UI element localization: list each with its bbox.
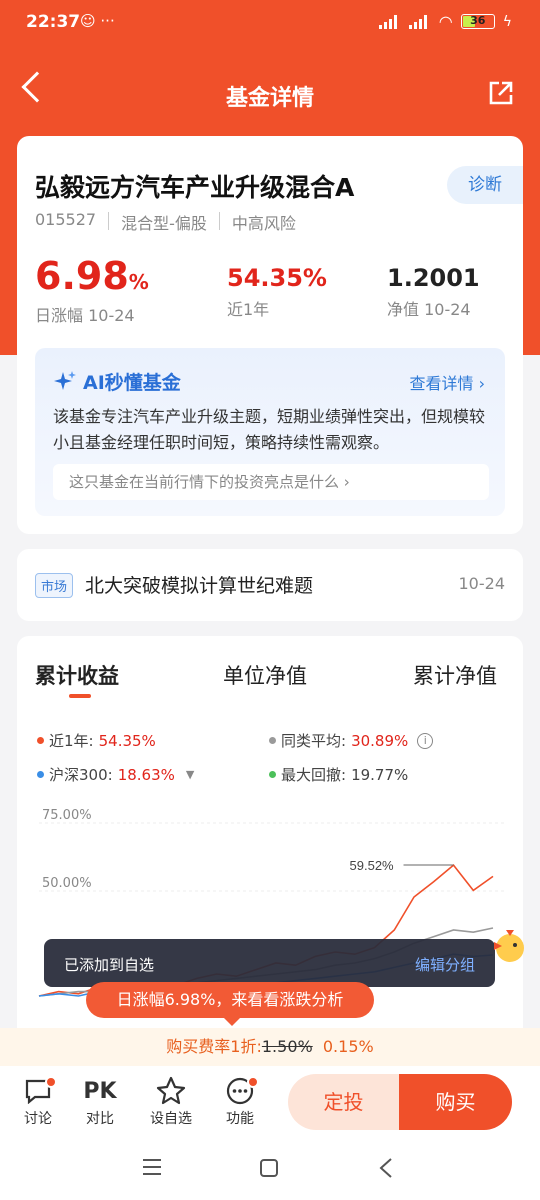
- wifi-icon: ◠: [438, 12, 453, 31]
- chevron-down-icon: ▼: [185, 768, 195, 781]
- news-card[interactable]: 市场 北大突破模拟计算世纪难题 10-24: [17, 549, 523, 621]
- toast-added-watchlist: 已添加到自选 编辑分组: [44, 939, 495, 987]
- tab-indicator: [69, 694, 91, 698]
- tab-unit-nav[interactable]: 单位净值: [223, 660, 307, 690]
- fund-type: 混合型-偏股: [121, 214, 207, 233]
- bottom-bar: 讨论 PK 对比 设自选 功能 定投 购买: [0, 1066, 540, 1138]
- legend-hs300[interactable]: 沪深300: 18.63% ▼: [37, 764, 194, 785]
- fund-name: 弘毅远方汽车产业升级混合A: [35, 173, 355, 202]
- system-nav-bar: [0, 1138, 540, 1200]
- legend-max-drawdown: 最大回撤: 19.77%: [269, 764, 408, 785]
- fund-meta: 015527 混合型-偏股 中高风险: [35, 210, 296, 234]
- action-buttons: 定投 购买: [288, 1074, 512, 1130]
- ai-summary-card: AI秒懂基金 查看详情 › 该基金专注汽车产业升级主题，短期业绩弹性突出，但规模…: [35, 348, 505, 516]
- function-button[interactable]: 功能: [215, 1074, 265, 1128]
- tab-cumulative-nav[interactable]: 累计净值: [413, 660, 497, 690]
- news-date: 10-24: [458, 574, 506, 593]
- ai-more-link[interactable]: 查看详情 ›: [410, 370, 486, 394]
- stat-one-year: 54.35% 近1年: [227, 264, 327, 319]
- pk-icon: PK: [83, 1078, 117, 1104]
- diagnose-button[interactable]: 诊断: [447, 166, 523, 204]
- legend-peer-average: 同类平均: 30.89% i: [269, 730, 434, 751]
- compare-button[interactable]: PK 对比: [75, 1074, 125, 1128]
- peak-annotation: 59.52%: [350, 858, 395, 873]
- star-icon: [156, 1076, 186, 1105]
- legend-one-year: 近1年: 54.35%: [37, 730, 156, 751]
- info-icon[interactable]: i: [417, 732, 434, 749]
- notification-icons: ☺ ···: [80, 12, 115, 30]
- news-tag: 市场: [35, 573, 74, 598]
- signal-icon: [378, 14, 401, 29]
- ai-summary-text: 该基金专注汽车产业升级主题，短期业绩弹性突出，但规模较小且基金经理任职时间短，策…: [53, 407, 486, 452]
- status-time: 22:37: [26, 12, 81, 32]
- menu-icon[interactable]: [142, 1158, 162, 1176]
- page-title: 基金详情: [225, 86, 314, 111]
- return-chart: 59.52%: [38, 822, 505, 997]
- status-bar: 22:37 ☺ ··· ◠ 36 ϟ: [0, 0, 540, 46]
- share-icon[interactable]: [488, 80, 514, 106]
- battery-icon: 36: [460, 14, 495, 29]
- stat-daily-change: 6.98% 日涨幅 10-24: [35, 254, 149, 325]
- ai-question-button[interactable]: 这只基金在当前行情下的投资亮点是什么 ›: [53, 464, 489, 500]
- back-nav-icon[interactable]: [378, 1157, 394, 1179]
- fund-code: 015527: [35, 210, 97, 229]
- edit-group-button[interactable]: 编辑分组: [415, 954, 475, 975]
- auto-invest-button[interactable]: 定投: [288, 1074, 399, 1130]
- tab-cumulative-return[interactable]: 累计收益: [35, 660, 119, 690]
- ai-title: AI秒懂基金: [53, 368, 181, 395]
- home-icon[interactable]: [259, 1158, 279, 1178]
- stat-nav: 1.2001 净值 10-24: [387, 264, 480, 319]
- signal-icon-2: [408, 14, 431, 29]
- fund-risk: 中高风险: [231, 214, 296, 233]
- sparkle-icon: [54, 370, 76, 390]
- status-right: ◠ 36 ϟ: [378, 12, 512, 31]
- buy-button[interactable]: 购买: [399, 1074, 512, 1130]
- charging-icon: ϟ: [502, 13, 512, 30]
- add-watchlist-button[interactable]: 设自选: [146, 1074, 196, 1128]
- fund-card: 弘毅远方汽车产业升级混合A 诊断 015527 混合型-偏股 中高风险 6.98…: [17, 136, 523, 534]
- fee-banner: 购买费率1折:1.50% 0.15%: [0, 1028, 540, 1066]
- discuss-button[interactable]: 讨论: [13, 1074, 63, 1128]
- news-title: 北大突破模拟计算世纪难题: [85, 575, 314, 597]
- nav-bar: 基金详情: [0, 62, 540, 122]
- mascot-icon[interactable]: [484, 922, 532, 970]
- toast-text: 已添加到自选: [64, 956, 155, 974]
- analysis-bubble[interactable]: 日涨幅6.98%，来看看涨跌分析: [86, 982, 374, 1026]
